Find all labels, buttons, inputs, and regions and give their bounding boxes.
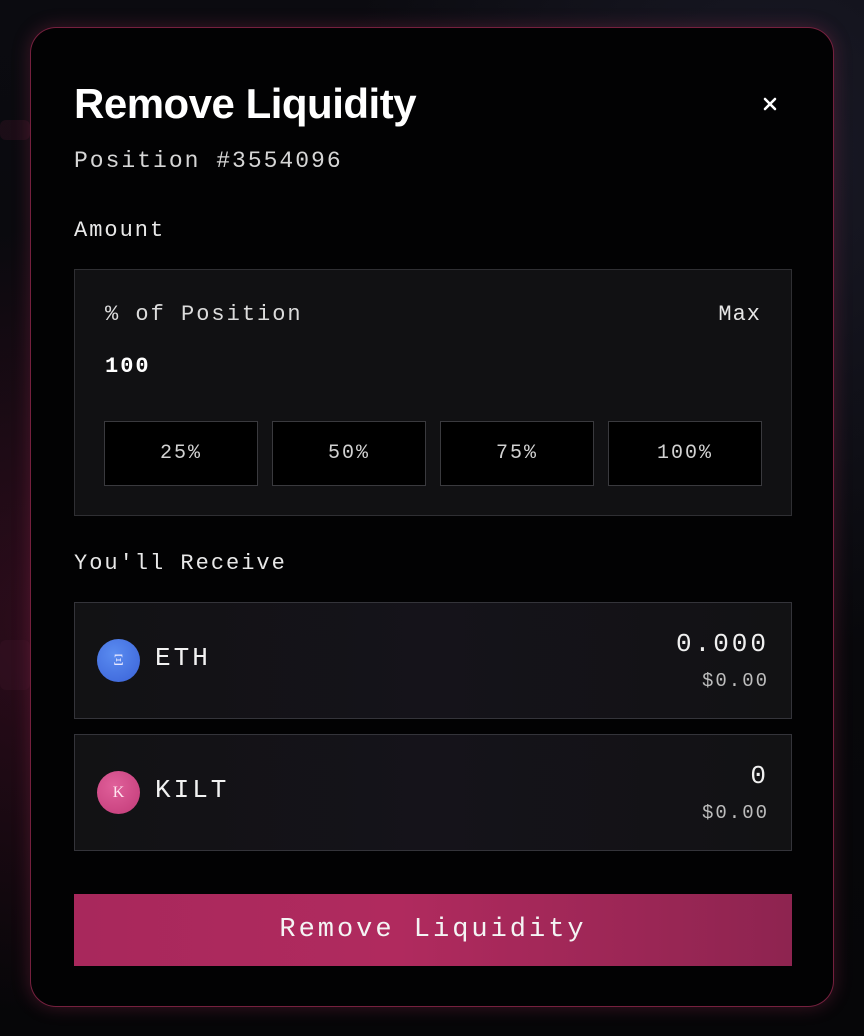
preset-25-button[interactable]: 25% xyxy=(104,421,258,486)
receive-row-eth: Ξ ETH 0.000 $0.00 xyxy=(74,602,792,719)
kilt-token-icon: K xyxy=(97,771,140,814)
close-icon xyxy=(763,97,777,111)
receive-row-kilt: K KILT 0 $0.00 xyxy=(74,734,792,851)
backdrop-shape xyxy=(0,640,30,690)
token-usd-value: $0.00 xyxy=(701,670,769,692)
remove-liquidity-button[interactable]: Remove Liquidity xyxy=(74,894,792,966)
token-symbol: KILT xyxy=(155,775,230,805)
amount-panel: % of Position Max 25% 50% 75% 100% xyxy=(74,269,792,516)
remove-liquidity-modal: Remove Liquidity Position #3554096 Amoun… xyxy=(30,27,834,1007)
percent-input[interactable] xyxy=(105,354,405,379)
token-symbol: ETH xyxy=(155,643,211,673)
position-id: Position #3554096 xyxy=(74,148,343,174)
percent-of-position-label: % of Position xyxy=(105,302,303,327)
close-button[interactable] xyxy=(756,90,784,118)
amount-section-label: Amount xyxy=(74,218,166,243)
token-usd-value: $0.00 xyxy=(701,802,769,824)
token-amount: 0 xyxy=(750,761,769,791)
backdrop-shape xyxy=(0,120,30,140)
max-button[interactable]: Max xyxy=(718,302,761,327)
preset-buttons: 25% 50% 75% 100% xyxy=(104,421,762,486)
eth-token-icon: Ξ xyxy=(97,639,140,682)
token-amount: 0.000 xyxy=(675,629,769,659)
preset-50-button[interactable]: 50% xyxy=(272,421,426,486)
receive-section-label: You'll Receive xyxy=(74,551,287,576)
preset-100-button[interactable]: 100% xyxy=(608,421,762,486)
preset-75-button[interactable]: 75% xyxy=(440,421,594,486)
modal-title: Remove Liquidity xyxy=(74,80,417,127)
